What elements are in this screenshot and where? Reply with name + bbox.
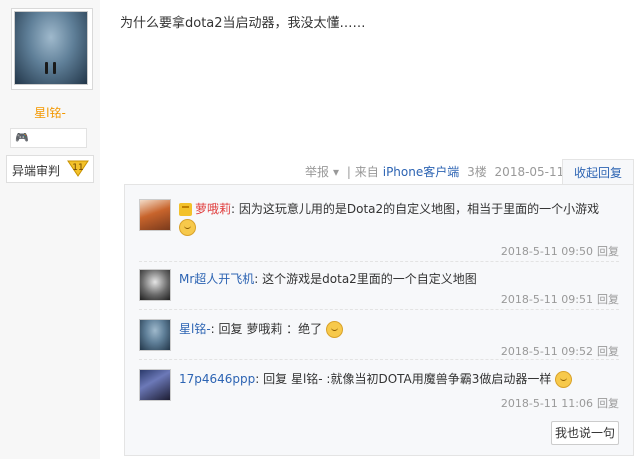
reply-footer: 2018-5-11 11:06 回复 — [501, 395, 619, 411]
avatar-image — [14, 11, 88, 85]
vip-icon — [179, 203, 192, 216]
avatar[interactable] — [139, 199, 171, 231]
fold-replies-button[interactable]: 收起回复 — [562, 159, 634, 186]
reply-footer: 2018-5-11 09:51 回复 — [501, 291, 619, 307]
reply-time: 2018-5-11 09:50 — [500, 245, 593, 258]
avatar[interactable] — [139, 269, 171, 301]
game-badge[interactable]: 🎮 — [10, 128, 87, 148]
smile-emoji-icon — [179, 219, 196, 236]
smile-emoji-icon — [326, 321, 343, 338]
badge-level: 11 — [72, 163, 83, 173]
divider — [139, 359, 619, 360]
level-shield-icon: 11 — [67, 160, 89, 177]
reply-user[interactable]: 萝哦莉 — [195, 202, 231, 216]
chevron-down-icon[interactable]: ▾ — [333, 165, 339, 179]
level-badge[interactable]: 异端审判 11 — [6, 155, 94, 183]
avatar[interactable] — [11, 8, 93, 90]
client-link[interactable]: iPhone客户端 — [383, 165, 460, 179]
reply-footer: 2018-5-11 09:50 回复 — [501, 243, 619, 259]
post-content: 为什么要拿dota2当启动器，我没太懂…… — [120, 16, 366, 31]
reply-text: : 因为这玩意儿用的是Dota2的自定义地图，相当于里面的一个小游戏 — [231, 202, 600, 216]
reply-text: : 这个游戏是dota2里面的一个自定义地图 — [254, 272, 477, 286]
reply-button[interactable]: 回复 — [597, 397, 619, 410]
reply-user[interactable]: 17p4646ppp — [179, 372, 255, 386]
badge-title: 异端审判 — [12, 164, 61, 178]
reply-user[interactable]: 星l铭- — [179, 322, 211, 336]
reply-button[interactable]: 回复 — [597, 245, 619, 258]
reply-footer: 2018-5-11 09:52 回复 — [501, 343, 619, 359]
floor-number: 3楼 — [467, 165, 487, 179]
smile-emoji-icon — [555, 371, 573, 388]
reply-text: : 回复 星l铭- :就像当初DOTA用魔兽争霸3做启动器一样 — [255, 372, 552, 386]
add-reply-button[interactable]: 我也说一句 — [551, 421, 619, 445]
avatar[interactable] — [139, 319, 171, 351]
client-prefix: | 来自 — [346, 165, 379, 179]
author-name[interactable]: 星l铭- — [0, 104, 100, 121]
reply-time: 2018-5-11 09:52 — [500, 345, 593, 358]
divider — [139, 261, 619, 262]
reply-time: 2018-5-11 09:51 — [500, 293, 593, 306]
gamepad-icon: 🎮 — [15, 131, 29, 144]
reply-time: 2018-5-11 11:06 — [500, 397, 593, 410]
reply-button[interactable]: 回复 — [597, 293, 619, 306]
reply-text: : 回复 萝哦莉 ：绝了 — [210, 322, 323, 336]
avatar[interactable] — [139, 369, 171, 401]
reply-user[interactable]: Mr超人开飞机 — [179, 272, 254, 286]
divider — [139, 309, 619, 310]
reply-panel: 萝哦莉: 因为这玩意儿用的是Dota2的自定义地图，相当于里面的一个小游戏 20… — [124, 184, 634, 456]
report-link[interactable]: 举报 — [305, 165, 329, 179]
author-sidebar: 星l铭- 🎮 异端审判 11 — [0, 0, 100, 459]
reply-button[interactable]: 回复 — [597, 345, 619, 358]
